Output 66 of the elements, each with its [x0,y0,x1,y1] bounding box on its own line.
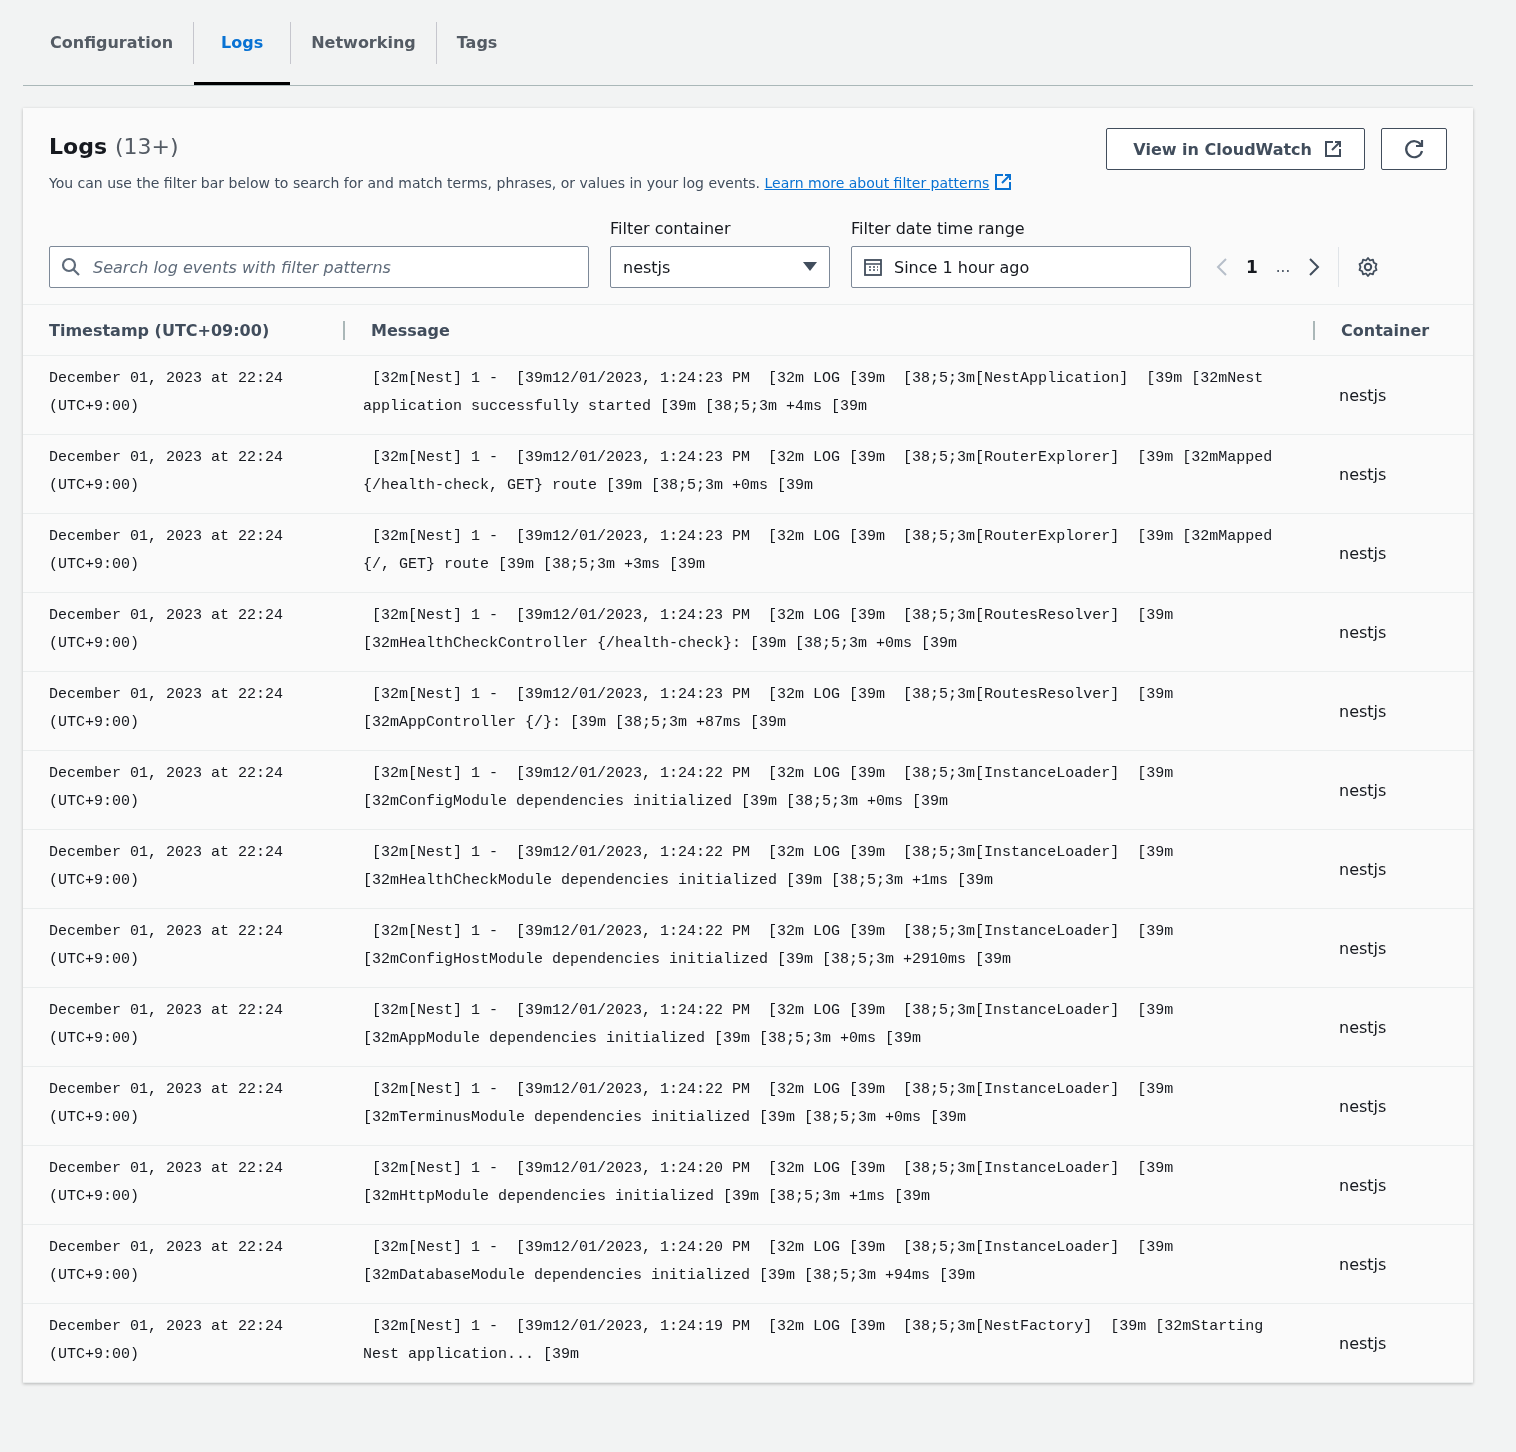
page-number[interactable]: 1 [1246,257,1258,277]
table-cell-text: December 01, 2023 at 22:24 (UTC+9:00) [48,1159,285,1207]
settings-icon [1357,256,1380,278]
table-cell-text: nestjs [1338,542,1388,565]
tab[interactable]: Tags [436,0,518,85]
log-count: (13+) [115,134,179,159]
table-cell-text: [32m[Nest] 1 - [39m12/01/2023, 1:24:23 PM [32m LOG [39m [38;5;3m[RoutesResolver] [39m [32mHealthCheckController {/health-check}: [39m [38;5;3m +0ms [39m [362,606,1175,654]
table-cell-text: December 01, 2023 at 22:24 (UTC+9:00) [48,1238,285,1286]
table-cell-text: nestjs [1338,1016,1388,1039]
table-cell-text: December 01, 2023 at 22:24 (UTC+9:00) [48,1317,285,1365]
refresh-icon [1403,138,1425,160]
search-icon [61,257,81,277]
description-text: You can use the filter bar below to search for and match terms, phrases, or values in your log events. Learn more about filter patterns [49,173,1013,191]
table-cell-text: [32m[Nest] 1 - [39m12/01/2023, 1:24:20 PM [32m LOG [39m [38;5;3m[InstanceLoader] [39m [32mDatabaseModule dependencies initialized [39m [38;5;3m +94ms [39m [362,1238,1175,1286]
table-cell-text: [32m[Nest] 1 - [39m12/01/2023, 1:24:22 PM [32m LOG [39m [38;5;3m[InstanceLoader] [39m [32mAppModule dependencies initialized [39m [38;5;3m +0ms [39m [362,1001,1175,1049]
table-cell-text: [32m[Nest] 1 - [39m12/01/2023, 1:24:23 PM [32m LOG [39m [38;5;3m[RouterExplorer] [39m [32mMapped {/health-check, GET} route [39m [38;5;3m +0ms [39m [362,448,1274,496]
table-cell-text: nestjs [1338,858,1388,881]
table-cell-text: nestjs [1338,621,1388,644]
table-cell-text: [32m[Nest] 1 - [39m12/01/2023, 1:24:20 PM [32m LOG [39m [38;5;3m[InstanceLoader] [39m [32mHttpModule dependencies initialized [39m [38;5;3m +1ms [39m [362,1159,1175,1207]
table-cell-text: [32m[Nest] 1 - [39m12/01/2023, 1:24:23 PM [32m LOG [39m [38;5;3m[RoutesResolver] [39m [32mAppController {/}: [39m [38;5;3m +87ms [39m [362,685,1175,733]
table-cell-text: [32m[Nest] 1 - [39m12/01/2023, 1:24:19 PM [32m LOG [39m [38;5;3m[NestFactory] [39m [32mStarting Nest application... [39m [362,1317,1265,1365]
table-cell-text: December 01, 2023 at 22:24 (UTC+9:00) [48,606,285,654]
table-cell-text: [32m[Nest] 1 - [39m12/01/2023, 1:24:23 PM [32m LOG [39m [38;5;3m[RouterExplorer] [39m [32mMapped {/, GET} route [39m [38;5;3m +3ms [39m [362,527,1274,575]
table-cell-text: December 01, 2023 at 22:24 (UTC+9:00) [48,764,285,812]
table-cell-text: nestjs [1338,937,1388,960]
table-cell-text: December 01, 2023 at 22:24 (UTC+9:00) [48,527,285,575]
table-cell-text: December 01, 2023 at 22:24 (UTC+9:00) [48,922,285,970]
column-header: Container [1313,320,1473,340]
caret-down-icon [803,262,817,272]
chevron-right-icon [1308,257,1321,277]
column-header: Message [343,320,1313,340]
table-cell-text: nestjs [1338,1332,1388,1355]
table-cell-text: December 01, 2023 at 22:24 (UTC+9:00) [48,843,285,891]
table-cell-text: December 01, 2023 at 22:24 (UTC+9:00) [48,1001,285,1049]
learn-more-link[interactable]: Learn more about filter patterns [764,175,990,191]
column-header: Timestamp (UTC+09:00) [48,320,271,340]
table-cell-text: nestjs [1338,463,1388,486]
table-cell-text: nestjs [1338,1174,1388,1197]
date-range-field[interactable]: Since 1 hour ago [851,246,1191,288]
refresh-button[interactable] [1381,128,1447,170]
page-ellipsis: ... [1275,258,1291,276]
tab[interactable]: Configuration [30,0,194,85]
table-cell-text: nestjs [1338,1253,1388,1276]
table-cell-text: December 01, 2023 at 22:24 (UTC+9:00) [48,448,285,496]
table-cell-text: [32m[Nest] 1 - [39m12/01/2023, 1:24:22 PM [32m LOG [39m [38;5;3m[InstanceLoader] [39m [32mHealthCheckModule dependencies initialized [39m [38;5;3m +1ms [39m [362,843,1175,891]
table-cell-text: December 01, 2023 at 22:24 (UTC+9:00) [48,1080,285,1128]
table-cell-text: December 01, 2023 at 22:24 (UTC+9:00) [48,685,285,733]
table-cell-text: [32m[Nest] 1 - [39m12/01/2023, 1:24:22 PM [32m LOG [39m [38;5;3m[InstanceLoader] [39m [32mConfigModule dependencies initialized [39m [38;5;3m +0ms [39m [362,764,1175,812]
tab[interactable]: Networking [291,0,436,85]
external-link-icon [994,173,1013,191]
table-cell-text: nestjs [1338,779,1388,802]
search-field[interactable]: Search log events with filter patterns [49,246,589,288]
table-cell-text: [32m[Nest] 1 - [39m12/01/2023, 1:24:22 PM [32m LOG [39m [38;5;3m[InstanceLoader] [39m [32mTerminusModule dependencies initialized [39m [38;5;3m +0ms [39m [362,1080,1175,1128]
table-cell-text: nestjs [1338,384,1388,407]
table-cell-text: nestjs [1338,700,1388,723]
filter-label: Filter container [610,219,732,238]
container-select[interactable]: nestjs [610,246,830,288]
table-cell-text: [32m[Nest] 1 - [39m12/01/2023, 1:24:23 PM [32m LOG [39m [38;5;3m[NestApplication] [39m [32mNest application successfully started [39m [38;5;3m +4ms [39m [362,369,1265,417]
table-cell-text: [32m[Nest] 1 - [39m12/01/2023, 1:24:22 PM [32m LOG [39m [38;5;3m[InstanceLoader] [39m [32mConfigHostModule dependencies initialized [39m [38;5;3m +2910ms [39m [362,922,1175,970]
calendar-icon [864,258,882,276]
external-link-icon [1324,140,1342,158]
table-cell-text: December 01, 2023 at 22:24 (UTC+9:00) [48,369,285,417]
panel-title: Logs [49,134,107,159]
table-cell-text: nestjs [1338,1095,1388,1118]
view-in-cloudwatch-button[interactable]: View in CloudWatch [1106,128,1365,170]
filter-label: Filter date time range [851,219,1026,238]
